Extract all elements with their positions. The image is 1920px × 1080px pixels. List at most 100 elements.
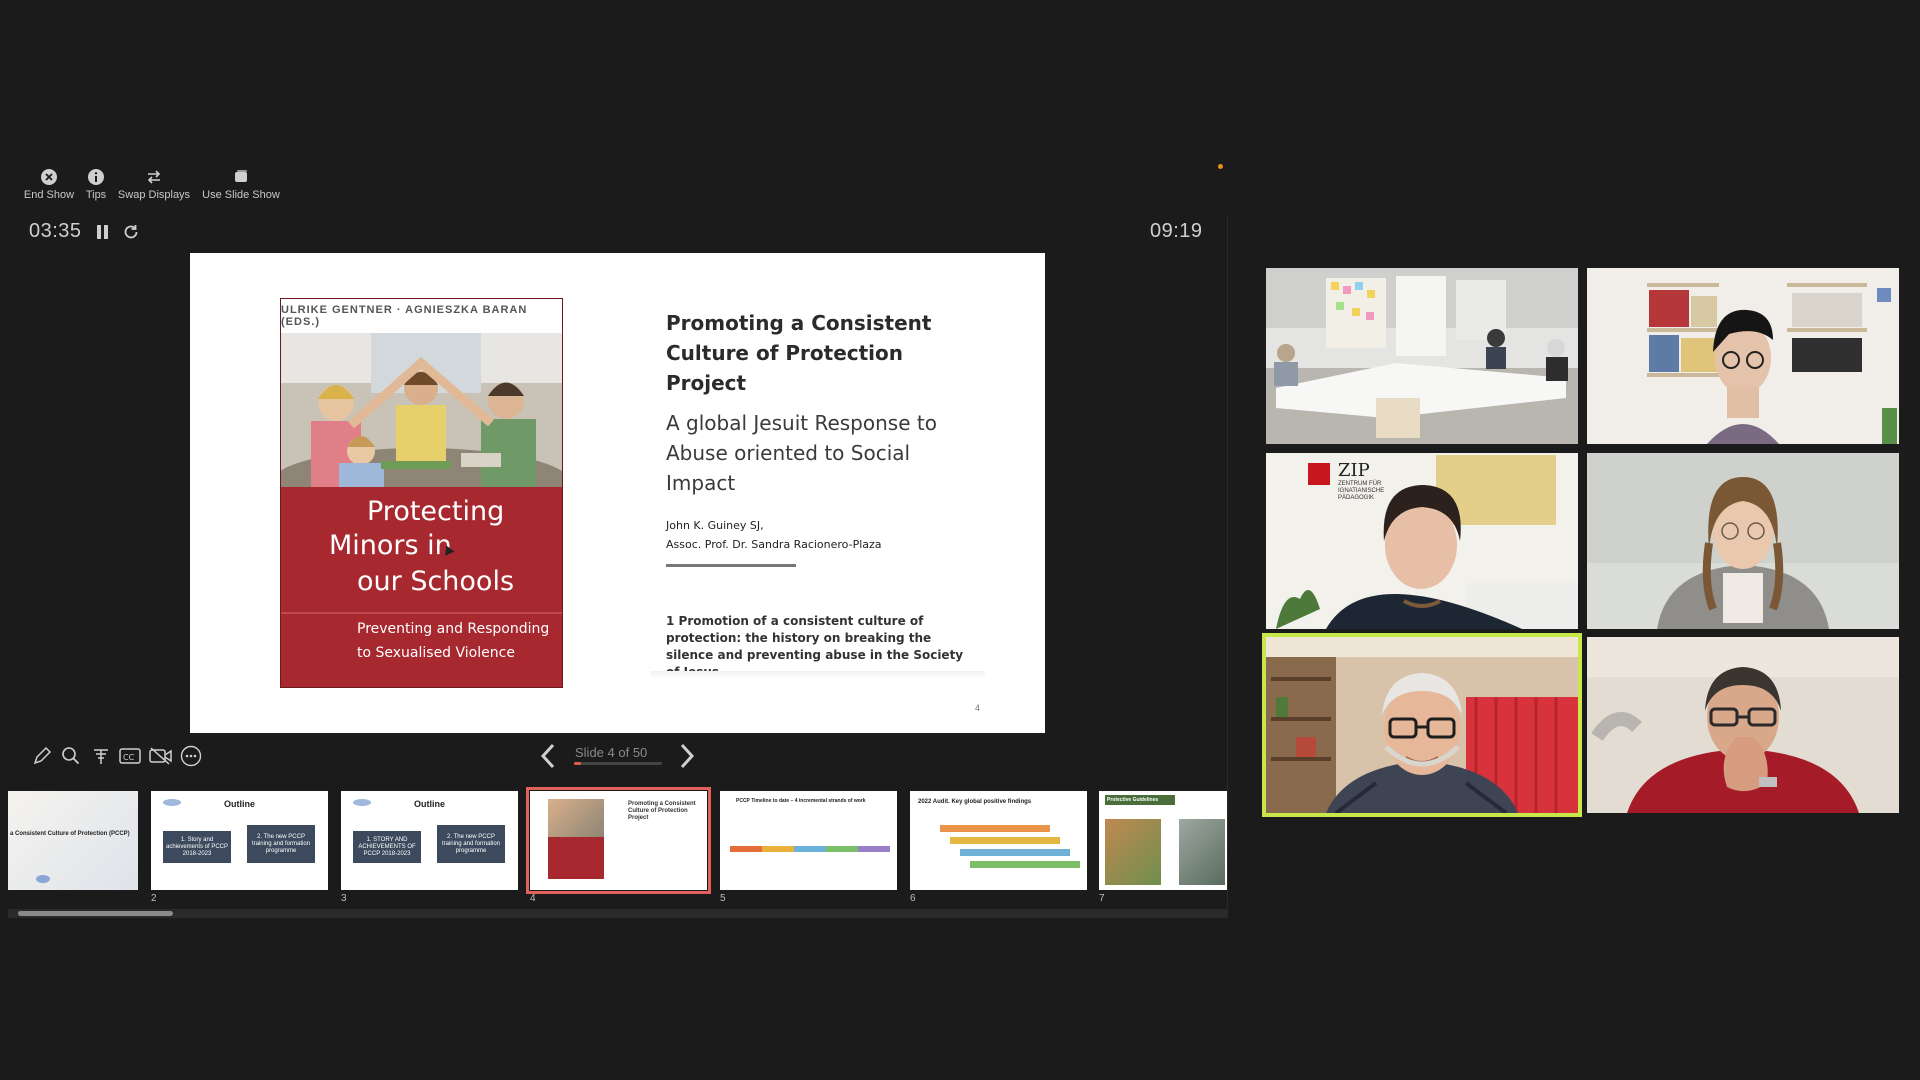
zip-logo-mark [1308,463,1330,485]
thumb-7-photo-2 [1179,819,1225,885]
thumb-7-heading: Protective Guidelines [1105,795,1175,805]
slide-thumbnail-3[interactable]: Outline 1. STORY AND ACHIEVEMENTS OF PCC… [341,791,518,890]
refresh-icon [124,225,138,239]
slide-subtitle: A global Jesuit Response to Abuse orient… [666,411,937,495]
thumb-6-number: 6 [910,893,916,904]
slide-progress-bar [574,762,662,765]
thumb-4-book [548,799,604,879]
book-cover: ULRIKE GENTNER · AGNIESZKA BARAN (EDS.) [280,298,563,688]
slideshow-icon [235,170,247,182]
thumb-5-number: 5 [720,893,726,904]
thumb-3-box2: 2. The new PCCP training and formation p… [437,825,505,863]
thumb-6-bar-2 [950,837,1060,844]
slide-author-1: John K. Guiney SJ, [666,519,764,532]
use-slide-show-label: Use Slide Show [202,189,280,201]
reset-timer-button[interactable] [121,222,141,242]
slide-progress-fill [574,762,582,765]
next-slide-button[interactable] [676,741,698,771]
more-icon [180,745,202,767]
magnifier-icon [62,747,80,765]
thumb-5-timeline [730,846,890,852]
slide-thumbnail-1[interactable]: a Consistent Culture of Protection (PCCP… [8,791,138,890]
video-off-icon [149,747,172,765]
zip-sub-2: IGNATIANISCHE [1338,488,1385,494]
previous-slide-button[interactable] [537,741,559,771]
thumb-4-number: 4 [530,893,536,904]
elapsed-timer: 03:35 [29,220,82,242]
thumb-2-logo [163,799,181,806]
subtitles-button[interactable]: CC [118,744,142,768]
zip-logo-text: ZIP [1338,460,1370,481]
thumb-7-photo-1 [1105,819,1161,885]
video-tile-participant-4[interactable] [1587,453,1899,629]
pause-button[interactable] [93,222,113,242]
slide-counter: Slide 4 of 50 [575,745,648,760]
slide-thumbnail-5[interactable]: PCCP Timeline to date – 4 incremental st… [720,791,897,890]
tips-label: Tips [85,189,107,201]
thumb-4-heading: Promoting a Consistent Culture of Protec… [628,801,696,821]
book-title-line1: Protecting [367,496,505,527]
svg-text:CC: CC [123,753,135,762]
info-icon [88,169,104,185]
video-tile-participant-3[interactable]: ZIP ZENTRUM FÜR IGNATIANISCHE PÄDAGOGIK [1266,453,1578,629]
swap-displays-button[interactable]: Swap Displays [109,168,199,201]
zip-sub-3: PÄDAGOGIK [1338,495,1375,501]
pen-icon [33,746,52,765]
video-tile-conference-room[interactable] [1266,268,1578,444]
pen-tool-button[interactable] [30,744,54,768]
thumb-6-heading: 2022 Audit. Key global positive findings [918,799,1032,805]
slide-author-2: Assoc. Prof. Dr. Sandra Racionero-Plaza [666,538,882,551]
zip-sub-1: ZENTRUM FÜR [1338,481,1382,487]
book-band [281,612,562,614]
slide-title: Promoting a Consistent Culture of Protec… [666,311,932,395]
slide-thumbnail-6[interactable]: 2022 Audit. Key global positive findings [910,791,1087,890]
thumb-6-bar-1 [940,825,1050,832]
book-title-line3: our Schools [357,566,515,597]
thumb-4-book-photo [548,799,604,837]
camera-toggle-button[interactable] [149,744,173,768]
thumb-1-heading: a Consistent Culture of Protection (PCCP… [10,831,130,837]
more-options-button[interactable] [179,744,203,768]
slide-divider [666,564,796,567]
slide-thumbnail-7[interactable]: Protective Guidelines [1099,791,1228,890]
video-tile-active-speaker[interactable] [1262,633,1582,817]
thumb-6-bar-4 [970,861,1080,868]
pause-icon [97,225,108,239]
thumb-1-bg [8,791,138,890]
swap-arrows-icon [147,170,161,184]
presenter-view: End Show Tips Swap Displays Use Slide Sh… [0,0,1920,1080]
zoom-button[interactable] [59,744,83,768]
book-subtitle-line2: to Sexualised Violence [357,645,515,661]
use-slide-show-button[interactable]: Use Slide Show [196,168,286,201]
slide-thumbnail-4[interactable]: Promoting a Consistent Culture of Protec… [526,787,711,894]
chevron-left-icon [540,743,555,769]
laser-pointer-icon [94,749,108,764]
book-subtitle: Preventing and Responding to Sexualised … [357,617,549,665]
thumb-3-box1: 1. STORY AND ACHIEVEMENTS OF PCCP 2018-2… [353,831,421,863]
book-cover-photo [281,333,562,487]
video-tile-participant-2[interactable] [1587,268,1899,444]
panel-divider [1227,215,1228,915]
slide-page-number: 4 [974,703,980,713]
thumb-5-heading: PCCP Timeline to date – 4 incremental st… [736,798,866,804]
captions-icon: CC [119,748,141,764]
status-dot [1218,164,1223,169]
laser-pointer-button[interactable] [89,744,113,768]
scrollbar-thumb[interactable] [18,911,173,916]
slide-footer-shadow [650,671,985,679]
thumb-2-box2: 2. The new PCCP training and formation p… [247,825,315,863]
thumb-7-number: 7 [1099,893,1105,904]
thumb-2-number: 2 [151,893,157,904]
thumb-2-box1: 1. Story and achievements of PCCP 2018-2… [163,831,231,863]
thumb-3-logo [353,799,371,806]
thumb-3-number: 3 [341,893,347,904]
book-authors: ULRIKE GENTNER · AGNIESZKA BARAN (EDS.) [281,299,562,333]
video-tile-participant-6[interactable] [1587,637,1899,813]
book-subtitle-line1: Preventing and Responding [357,621,550,637]
slide-thumbnail-2[interactable]: Outline 1. Story and achievements of PCC… [151,791,328,890]
chevron-right-icon [680,743,695,769]
thumb-1-logo [36,875,50,883]
thumb-6-bar-3 [960,849,1070,856]
clock: 09:19 [1150,220,1203,242]
thumbnail-scrollbar[interactable] [8,909,1228,918]
